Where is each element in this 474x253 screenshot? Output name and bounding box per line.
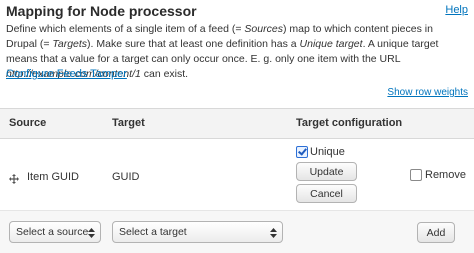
source-cell: Item GUID — [27, 171, 79, 183]
move-cross-icon[interactable] — [9, 171, 19, 184]
column-header-target: Target — [112, 117, 145, 129]
source-select[interactable]: Select a source — [9, 221, 101, 243]
page-title: Mapping for Node processor — [6, 3, 197, 19]
add-mapping-row: Select a source Select a target Add — [0, 211, 474, 253]
remove-checkbox-field[interactable]: Remove — [410, 169, 466, 182]
target-cell: GUID — [112, 171, 140, 183]
description-text: Define which elements of a single item o… — [6, 23, 245, 35]
target-select-value: Select a target — [119, 226, 187, 238]
updown-chevron-icon — [270, 226, 277, 238]
show-row-weights-link[interactable]: Show row weights — [387, 87, 468, 98]
description-text: can exist. — [140, 68, 189, 80]
unique-target-term: Unique target — [299, 38, 363, 50]
table-row: Item GUID GUID Unique Update Cancel Remo… — [0, 139, 474, 211]
remove-label: Remove — [425, 169, 466, 181]
sources-term: Sources — [244, 23, 283, 35]
configure-feeds-tamper-link[interactable]: Configure Feeds Tamper — [6, 68, 127, 80]
help-link[interactable]: Help — [445, 4, 468, 16]
description-text: ). Make sure that at least one definitio… — [87, 38, 300, 50]
unique-label: Unique — [310, 146, 345, 158]
unique-checkbox-field[interactable]: Unique — [296, 146, 345, 159]
update-button[interactable]: Update — [296, 162, 357, 181]
remove-checkbox[interactable] — [410, 169, 422, 182]
add-button[interactable]: Add — [417, 222, 455, 243]
source-select-value: Select a source — [16, 226, 89, 238]
updown-chevron-icon — [88, 226, 95, 238]
table-header-row: Source Target Target configuration — [0, 109, 474, 139]
column-header-source: Source — [9, 117, 47, 129]
cancel-button[interactable]: Cancel — [296, 184, 357, 203]
unique-checkbox[interactable] — [296, 146, 308, 159]
target-select[interactable]: Select a target — [112, 221, 283, 243]
mapping-table: Source Target Target configuration Item … — [0, 108, 474, 253]
targets-term: Targets — [52, 38, 88, 50]
column-header-target-configuration: Target configuration — [296, 117, 403, 129]
